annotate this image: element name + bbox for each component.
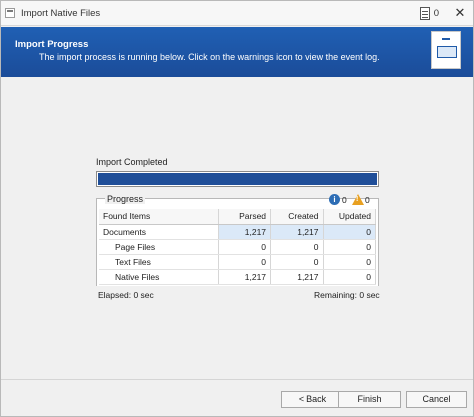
cancel-button[interactable]: Cancel (406, 391, 467, 408)
row-created: 1,217 (270, 224, 324, 240)
warning-count: 0 (365, 195, 370, 205)
column-header-found-items[interactable]: Found Items (99, 209, 219, 225)
progress-bar-fill (98, 173, 377, 185)
table-row[interactable]: Native Files 1,217 1,217 0 (99, 269, 376, 285)
footer-divider (1, 379, 473, 380)
document-icon[interactable] (419, 6, 430, 20)
info-count: 0 (342, 195, 347, 205)
import-status-label: Import Completed (96, 157, 168, 167)
back-button-label: Back (306, 394, 327, 404)
close-icon[interactable]: ✕ (453, 6, 467, 20)
info-icon[interactable]: i (329, 194, 340, 205)
finish-button[interactable]: Finish (338, 391, 401, 408)
column-header-updated[interactable]: Updated (323, 209, 376, 225)
title-bar: Import Native Files 0 ✕ (1, 1, 473, 26)
row-item: Text Files (99, 254, 219, 270)
row-created: 0 (270, 239, 324, 255)
row-item: Documents (99, 224, 219, 240)
back-arrow-icon: < (298, 394, 305, 404)
table-header-row: Found Items Parsed Created Updated (99, 209, 376, 225)
row-updated: 0 (323, 254, 376, 270)
row-updated: 0 (323, 269, 376, 285)
found-items-table: Found Items Parsed Created Updated Docum… (99, 209, 376, 285)
column-header-created[interactable]: Created (270, 209, 324, 225)
row-updated: 0 (323, 239, 376, 255)
progress-group-title: Progress (105, 194, 146, 204)
back-button[interactable]: < Back (281, 391, 344, 408)
row-item: Page Files (99, 239, 219, 255)
warning-icon-mark: ! (356, 196, 359, 203)
table-row[interactable]: Text Files 0 0 0 (99, 254, 376, 270)
row-updated: 0 (323, 224, 376, 240)
table-row[interactable]: Page Files 0 0 0 (99, 239, 376, 255)
row-parsed: 0 (218, 239, 272, 255)
window-title: Import Native Files (21, 8, 101, 19)
row-created: 0 (270, 254, 324, 270)
row-parsed: 1,217 (218, 269, 272, 285)
column-header-parsed[interactable]: Parsed (218, 209, 272, 225)
header-banner: Import Progress The import process is ru… (1, 27, 473, 77)
title-bar-controls: 0 ✕ (419, 5, 467, 21)
app-icon (5, 8, 15, 18)
row-parsed: 0 (218, 254, 272, 270)
table-row[interactable]: Documents 1,217 1,217 0 (99, 224, 376, 240)
row-item: Native Files (99, 269, 219, 285)
banner-title: Import Progress (15, 39, 89, 50)
row-created: 1,217 (270, 269, 324, 285)
elapsed-time: Elapsed: 0 sec (98, 290, 154, 300)
title-count: 0 (433, 7, 439, 19)
banner-subtitle: The import process is running below. Cli… (39, 52, 380, 62)
row-parsed: 1,217 (218, 224, 272, 240)
import-progress-bar (96, 171, 379, 187)
import-document-icon (431, 31, 461, 69)
import-native-files-window: Import Native Files 0 ✕ Import Progress … (0, 0, 474, 417)
remaining-time: Remaining: 0 sec (314, 290, 380, 300)
